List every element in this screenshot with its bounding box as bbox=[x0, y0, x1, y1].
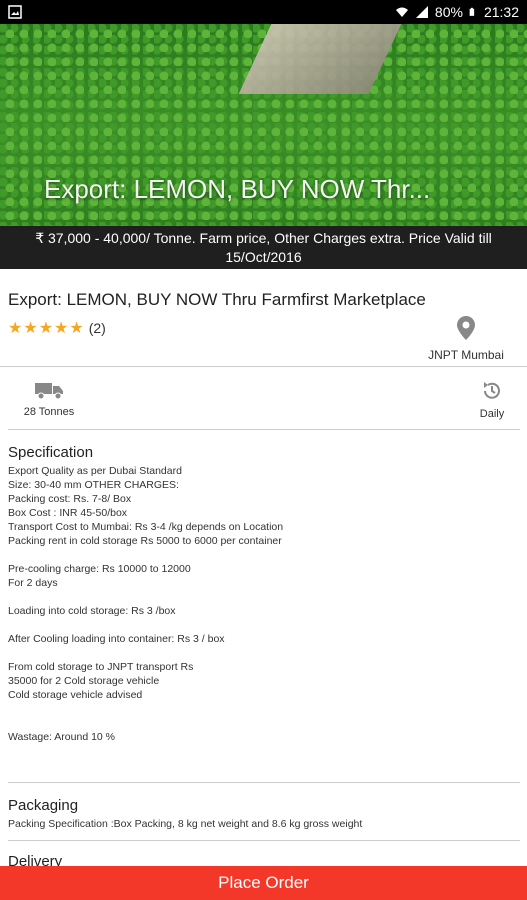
star-icon: ★ bbox=[23, 320, 38, 337]
location[interactable]: JNPT Mumbai bbox=[421, 316, 511, 362]
wifi-icon bbox=[395, 7, 408, 17]
star-icon: ★ bbox=[54, 320, 69, 337]
price-banner: ₹ 37,000 - 40,000/ Tonne. Farm price, Ot… bbox=[0, 226, 527, 269]
signal-icon bbox=[415, 6, 428, 18]
divider bbox=[0, 366, 527, 367]
quantity-label: 28 Tonnes bbox=[23, 406, 75, 418]
rating[interactable]: ★ ★ ★ ★ ★ (2) bbox=[8, 318, 106, 338]
divider bbox=[8, 840, 520, 841]
battery-icon bbox=[469, 7, 475, 16]
packaging-body: Packing Specification :Box Packing, 8 kg… bbox=[8, 818, 363, 830]
location-label: JNPT Mumbai bbox=[428, 348, 504, 362]
frequency-label: Daily bbox=[479, 408, 505, 420]
product-title: Export: LEMON, BUY NOW Thru Farmfirst Ma… bbox=[8, 290, 426, 309]
divider bbox=[8, 429, 520, 430]
location-pin-icon bbox=[457, 316, 475, 340]
star-icon: ★ bbox=[8, 320, 23, 337]
sack-decoration bbox=[238, 24, 402, 94]
specification-heading: Specification bbox=[8, 444, 94, 461]
divider bbox=[8, 782, 520, 783]
star-icon: ★ bbox=[69, 320, 84, 337]
frequency-stat: Daily bbox=[467, 380, 517, 420]
quantity-stat: 28 Tonnes bbox=[14, 380, 84, 418]
battery-percent: 80% bbox=[434, 4, 463, 20]
status-bar: 80% 21:32 bbox=[0, 0, 527, 24]
truck-icon bbox=[35, 383, 63, 400]
hero-overlay-title: Export: LEMON, BUY NOW Thr... bbox=[44, 174, 431, 204]
product-hero-image[interactable]: Export: LEMON, BUY NOW Thr... bbox=[0, 24, 527, 226]
history-icon bbox=[484, 382, 500, 399]
rating-count: (2) bbox=[88, 320, 106, 336]
specification-body: Export Quality as per Dubai Standard Siz… bbox=[8, 465, 284, 743]
packaging-heading: Packaging bbox=[8, 797, 79, 814]
gallery-notification-icon bbox=[8, 5, 22, 19]
star-icon: ★ bbox=[38, 320, 54, 337]
clock: 21:32 bbox=[483, 4, 519, 20]
place-order-button[interactable]: Place Order bbox=[0, 866, 527, 900]
